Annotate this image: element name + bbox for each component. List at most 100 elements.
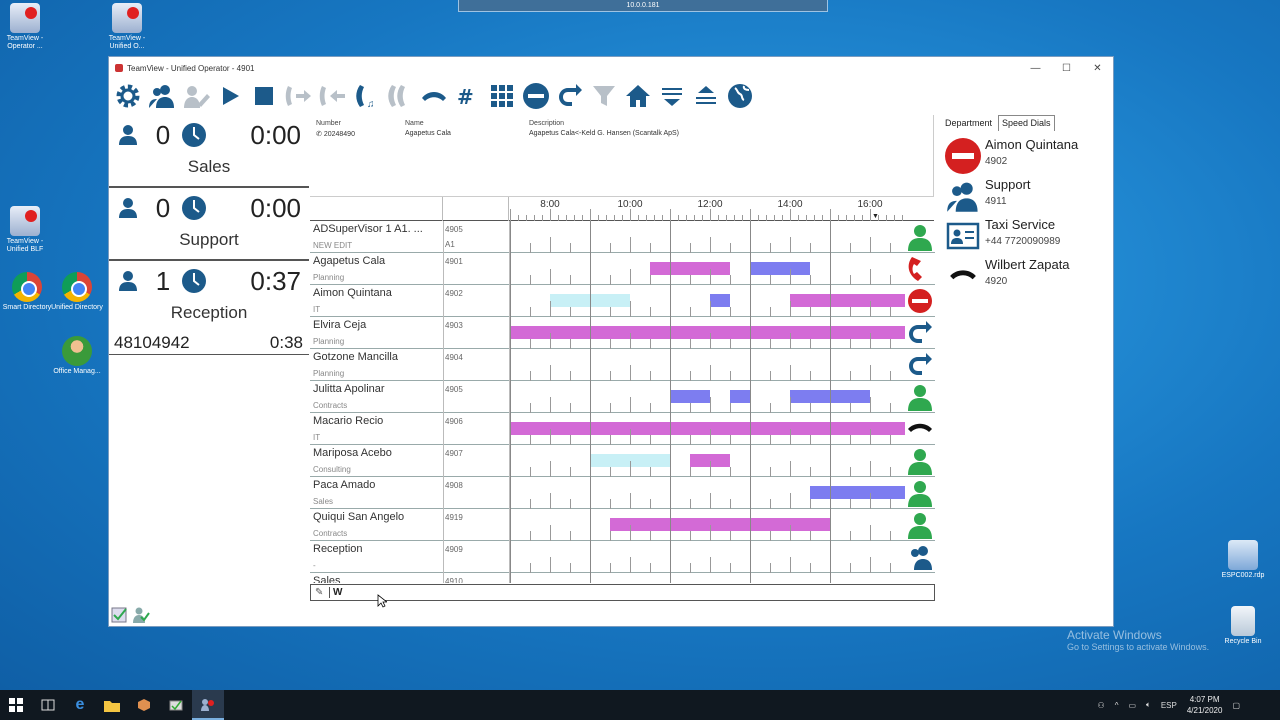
input-language[interactable]: ESP (1161, 701, 1177, 710)
busy-bar[interactable] (730, 390, 750, 403)
call-note-button[interactable]: ♫ (349, 80, 383, 112)
transfer-out-button[interactable] (281, 80, 315, 112)
svg-text:#: # (457, 85, 474, 109)
edit-user-button[interactable] (179, 80, 213, 112)
hangup-button[interactable] (417, 80, 451, 112)
active-call-row[interactable]: ✆ 20248490 Agapetus Cala Agapetus Cala<-… (310, 127, 933, 138)
queue-reception[interactable]: 1 0:37 Reception (109, 261, 309, 331)
queued-call[interactable]: 48104942 0:38 (109, 331, 309, 355)
transfer-in-button[interactable] (315, 80, 349, 112)
extension-row[interactable]: Agapetus Cala Planning 4901 (310, 253, 935, 285)
forward-button[interactable] (553, 80, 587, 112)
extension-row[interactable]: Aimon Quintana IT 4902 (310, 285, 935, 317)
gear-icon (116, 84, 140, 108)
busy-bar[interactable] (810, 486, 905, 499)
extension-number: 4908 (445, 481, 463, 490)
extension-row[interactable]: Gotzone Mancilla Planning 4904 (310, 349, 935, 381)
speed-dial-item[interactable]: Aimon Quintana 4902 (935, 137, 1115, 177)
desktop-icon-teamview-blf[interactable]: TeamView - Unified BLF (0, 206, 55, 254)
available-icon[interactable] (905, 478, 935, 508)
extension-row[interactable]: Macario Recio IT 4906 (310, 413, 935, 445)
taskbar-clock[interactable]: 4:07 PM 4/21/2020 (1187, 694, 1223, 716)
edge-button[interactable]: e (64, 690, 96, 720)
people-icon[interactable]: ⚇ (1098, 701, 1105, 710)
desktop-icon-recycle-bin[interactable]: Recycle Bin (1213, 606, 1273, 646)
remote-desktop-bar[interactable]: 10.0.0.181 (458, 0, 828, 12)
do-not-disturb-icon[interactable] (905, 286, 935, 316)
busy-bar[interactable] (750, 262, 810, 275)
person-icon (109, 197, 147, 219)
start-button[interactable] (0, 690, 32, 720)
meeting-bar[interactable] (510, 422, 905, 435)
meeting-bar[interactable] (650, 262, 730, 275)
desktop-icon-unified-directory[interactable]: Unified Directory (47, 272, 107, 312)
extension-row[interactable]: Mariposa Acebo Consulting 4907 (310, 445, 935, 477)
tab-speed-dials[interactable]: Speed Dials (998, 115, 1055, 131)
speed-dial-item[interactable]: Wilbert Zapata 4920 (935, 257, 1115, 297)
collapse-button[interactable] (655, 80, 689, 112)
desktop-icon-teamview-unified[interactable]: TeamView - Unified O... (97, 3, 157, 51)
meeting-bar[interactable] (510, 326, 905, 339)
queue-support[interactable]: 0 0:00 Support (109, 188, 309, 261)
desktop-icon-teamview-operator[interactable]: TeamView - Operator ... (0, 3, 55, 51)
meeting-bar[interactable] (610, 518, 830, 531)
extension-row[interactable]: Julitta Apolinar Contracts 4905 (310, 381, 935, 413)
extension-row[interactable]: Elvira Ceja Planning 4903 (310, 317, 935, 349)
close-button[interactable]: ✕ (1082, 63, 1113, 74)
speed-dial-item[interactable]: Support 4911 (935, 177, 1115, 217)
user-check-icon[interactable] (132, 606, 150, 629)
filter-button[interactable] (587, 80, 621, 112)
search-input[interactable]: ✎ W (310, 584, 935, 601)
minimize-button[interactable]: — (1020, 63, 1051, 74)
meeting-bar[interactable] (790, 294, 905, 307)
users-button[interactable] (145, 80, 179, 112)
maximize-button[interactable]: ☐ (1051, 63, 1082, 74)
show-hidden-icons[interactable]: ^ (1115, 701, 1119, 710)
expand-button[interactable] (689, 80, 723, 112)
notifications-icon[interactable]: ▢ (1232, 701, 1240, 710)
extension-row[interactable]: Sales 4910 (310, 573, 935, 583)
home-button[interactable] (621, 80, 655, 112)
phone-busy-icon[interactable] (905, 414, 935, 444)
explorer-button[interactable] (96, 690, 128, 720)
group-icon[interactable] (905, 542, 935, 572)
conference-button[interactable] (383, 80, 417, 112)
available-icon[interactable] (905, 382, 935, 412)
keypad-button[interactable] (485, 80, 519, 112)
app-button-box[interactable] (128, 690, 160, 720)
dtmf-button[interactable]: # (451, 80, 485, 112)
available-icon[interactable] (905, 446, 935, 476)
tab-department[interactable]: Department (941, 115, 996, 131)
available-icon[interactable] (905, 510, 935, 540)
network-icon[interactable]: ▭ (1128, 701, 1136, 710)
forward-icon[interactable] (905, 350, 935, 380)
title-bar[interactable]: TeamView - Unified Operator - 4901 — ☐ ✕ (109, 57, 1113, 79)
dnd-button[interactable] (519, 80, 553, 112)
grid-tick (850, 467, 851, 477)
extension-row[interactable]: Paca Amado Sales 4908 (310, 477, 935, 509)
teamview-taskbar-button[interactable] (192, 690, 224, 720)
globe-button[interactable] (723, 80, 757, 112)
extension-row[interactable]: Reception - 4909 (310, 541, 935, 573)
task-view-button[interactable] (32, 690, 64, 720)
queue-sales[interactable]: 0 0:00 Sales (109, 115, 309, 188)
extension-row[interactable]: ADSuperVisor 1 A1. ... NEW EDIT 4905 A1 (310, 221, 935, 253)
forward-icon[interactable] (905, 318, 935, 348)
settings-button[interactable] (111, 80, 145, 112)
ringing-phone-icon[interactable] (905, 254, 935, 284)
busy-bar[interactable] (710, 294, 730, 307)
checklist-icon[interactable] (111, 606, 129, 629)
extension-row[interactable]: Quiqui San Angelo Contracts 4919 (310, 509, 935, 541)
teamview-icon (201, 699, 214, 711)
available-icon[interactable] (905, 222, 935, 252)
play-button[interactable] (213, 80, 247, 112)
grid-tick (630, 429, 631, 445)
volume-icon[interactable]: 🔈︎ (1146, 700, 1151, 710)
grid-tick (710, 237, 711, 253)
desktop-icon-rdp[interactable]: ESPC002.rdp (1213, 540, 1273, 580)
busy-bar[interactable] (670, 390, 710, 403)
desktop-icon-office-manager[interactable]: Office Manag... (47, 336, 107, 376)
speed-dial-item[interactable]: Taxi Service +44 7720090989 (935, 217, 1115, 257)
stop-button[interactable] (247, 80, 281, 112)
app-button-tools[interactable] (160, 690, 192, 720)
